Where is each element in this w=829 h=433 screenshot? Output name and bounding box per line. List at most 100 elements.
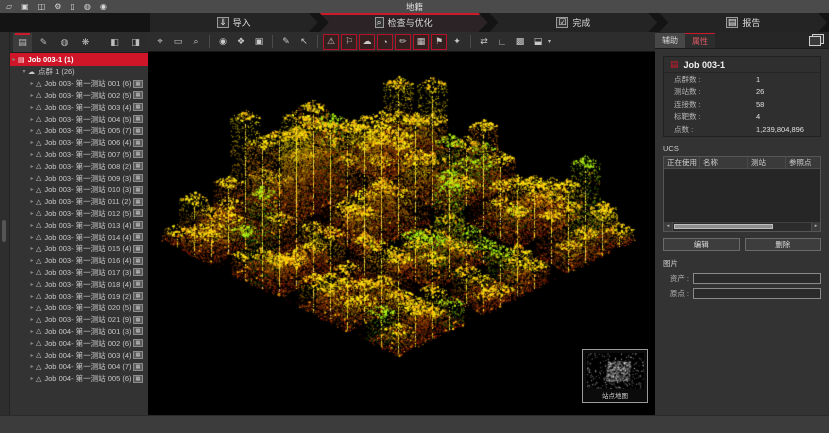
- measure-icon[interactable]: ✎: [278, 34, 294, 50]
- tree-station-row[interactable]: ▸△Job 003- 第一测站 012 (5)▦: [10, 208, 148, 220]
- step-inspect-optimize[interactable]: ⌕检查与优化: [320, 13, 488, 32]
- pose-icon[interactable]: ✦: [449, 34, 465, 50]
- collapse-caret-icon[interactable]: ▾: [20, 68, 28, 75]
- station-image-icon[interactable]: ▦: [133, 139, 143, 147]
- scroll-thumb[interactable]: [674, 224, 773, 229]
- expand-caret-icon[interactable]: ▸: [28, 163, 36, 170]
- station-image-icon[interactable]: ▦: [133, 186, 143, 194]
- station-image-icon[interactable]: ▦: [133, 245, 143, 253]
- tree-root-row[interactable]: ▸▤Job 003-1 (1): [10, 53, 148, 66]
- point-cloud-canvas[interactable]: [148, 52, 655, 414]
- delete-button[interactable]: 删除: [745, 238, 822, 251]
- globe-tab-icon[interactable]: ◍: [55, 33, 74, 52]
- station-image-icon[interactable]: ▦: [133, 115, 143, 123]
- station-image-icon[interactable]: ▦: [133, 268, 143, 276]
- station-image-icon[interactable]: ▦: [133, 198, 143, 206]
- station-image-icon[interactable]: ▦: [133, 292, 143, 300]
- detach-window-icon[interactable]: [812, 34, 824, 44]
- tree-station-row[interactable]: ▸△Job 003- 第一测站 015 (4)▦: [10, 243, 148, 255]
- expand-caret-icon[interactable]: ▸: [28, 151, 36, 158]
- expand-caret-icon[interactable]: ▸: [28, 281, 36, 288]
- expand-caret-icon[interactable]: ▸: [28, 375, 36, 382]
- expand-caret-icon[interactable]: ▸: [28, 293, 36, 300]
- tree-station-row[interactable]: ▸△Job 003- 第一测站 013 (4)▦: [10, 219, 148, 231]
- expand-caret-icon[interactable]: ▸: [28, 328, 36, 335]
- station-image-icon[interactable]: ▦: [133, 174, 143, 182]
- station-image-icon[interactable]: ▦: [133, 150, 143, 158]
- ucs-column-header[interactable]: 正在使用: [664, 157, 700, 168]
- station-image-icon[interactable]: ▦: [133, 351, 143, 359]
- plane-icon[interactable]: ▣: [251, 34, 267, 50]
- scroll-left-icon[interactable]: ◂: [664, 222, 673, 231]
- 3d-viewport[interactable]: ⌖▭⌕◉❖▣✎↖⚠⚐☁◔✏▦⚑✦⇄∟▩⬓▾ 站点地图: [148, 32, 655, 415]
- tree-station-row[interactable]: ▸△Job 003- 第一测站 018 (4)▦: [10, 278, 148, 290]
- origin-input[interactable]: [693, 288, 821, 299]
- shapes-icon[interactable]: ❖: [233, 34, 249, 50]
- expand-caret-icon[interactable]: ▸: [28, 139, 36, 146]
- expand-caret-icon[interactable]: ▸: [28, 234, 36, 241]
- expand-caret-icon[interactable]: ▸: [28, 352, 36, 359]
- tree-station-row[interactable]: ▸△Job 003- 第一测站 005 (7)▦: [10, 125, 148, 137]
- expand-caret-icon[interactable]: ▸: [28, 316, 36, 323]
- pie-section-icon[interactable]: ◔: [377, 34, 393, 50]
- select-node-icon[interactable]: ↖: [296, 34, 312, 50]
- expand-caret-icon[interactable]: ▸: [28, 92, 36, 99]
- display-mode-icon[interactable]: ⬓: [530, 34, 546, 50]
- tree-station-row[interactable]: ▸△Job 003- 第一测站 019 (2)▦: [10, 290, 148, 302]
- zoom-area-icon[interactable]: ⌕: [188, 34, 204, 50]
- tree-station-row[interactable]: ▸△Job 004- 第一测站 001 (3)▦: [10, 326, 148, 338]
- tree-station-row[interactable]: ▸△Job 003- 第一测站 008 (2)▦: [10, 160, 148, 172]
- tree-station-row[interactable]: ▸△Job 003- 第一测站 004 (5)▦: [10, 113, 148, 125]
- station-image-icon[interactable]: ▦: [133, 91, 143, 99]
- step-import[interactable]: ⇓导入: [150, 13, 318, 32]
- tree-station-row[interactable]: ▸△Job 003- 第一测站 014 (4)▦: [10, 231, 148, 243]
- station-image-icon[interactable]: ▦: [133, 103, 143, 111]
- tree-station-row[interactable]: ▸△Job 004- 第一测站 004 (7)▦: [10, 361, 148, 373]
- station-image-icon[interactable]: ▦: [133, 375, 143, 383]
- dropdown-caret-icon[interactable]: ▾: [548, 38, 555, 45]
- expand-caret-icon[interactable]: ▸: [28, 269, 36, 276]
- panel-grip[interactable]: [2, 220, 6, 242]
- station-image-icon[interactable]: ▦: [133, 339, 143, 347]
- tree-station-row[interactable]: ▸△Job 004- 第一测站 002 (6)▦: [10, 337, 148, 349]
- station-image-icon[interactable]: ▦: [133, 80, 143, 88]
- expand-caret-icon[interactable]: ▸: [28, 222, 36, 229]
- tab-properties[interactable]: 属性: [685, 33, 715, 48]
- tree-station-row[interactable]: ▸△Job 003- 第一测站 010 (3)▦: [10, 184, 148, 196]
- polyline-icon[interactable]: ∟: [494, 34, 510, 50]
- station-image-icon[interactable]: ▦: [133, 316, 143, 324]
- step-finish[interactable]: ☑完成: [490, 13, 658, 32]
- station-image-icon[interactable]: ▦: [133, 209, 143, 217]
- tree-station-row[interactable]: ▸△Job 003- 第一测站 020 (5)▦: [10, 302, 148, 314]
- tree-station-row[interactable]: ▸△Job 003- 第一测站 002 (5)▦: [10, 90, 148, 102]
- point-cloud-toggle-icon[interactable]: ☁: [359, 34, 375, 50]
- tree-station-row[interactable]: ▸△Job 003- 第一测站 003 (4)▦: [10, 101, 148, 113]
- site-minimap[interactable]: 站点地图: [582, 349, 648, 403]
- tree-station-row[interactable]: ▸△Job 003- 第一测站 006 (4)▦: [10, 137, 148, 149]
- asset-input[interactable]: [693, 273, 821, 284]
- expand-caret-icon[interactable]: ▸: [28, 198, 36, 205]
- tree-station-row[interactable]: ▸△Job 004- 第一测站 005 (6)▦: [10, 373, 148, 385]
- ucs-column-header[interactable]: 测站: [748, 157, 786, 168]
- step-report[interactable]: ▤报告: [659, 13, 827, 32]
- target-tab-icon[interactable]: ❋: [76, 33, 95, 52]
- station-image-icon[interactable]: ▦: [133, 162, 143, 170]
- project-tree-tab-icon[interactable]: ▤: [13, 33, 32, 52]
- pick-point-icon[interactable]: ⌖: [152, 34, 168, 50]
- location-pin-icon[interactable]: ⚑: [431, 34, 447, 50]
- station-image-icon[interactable]: ▦: [133, 304, 143, 312]
- tree-station-row[interactable]: ▸△Job 004- 第一测站 003 (4)▦: [10, 349, 148, 361]
- station-image-icon[interactable]: ▦: [133, 233, 143, 241]
- settings-toggle-icon[interactable]: ◨: [126, 33, 145, 52]
- expand-caret-icon[interactable]: ▸: [28, 175, 36, 182]
- station-image-icon[interactable]: ▦: [133, 327, 143, 335]
- camera-icon[interactable]: ◉: [215, 34, 231, 50]
- ucs-column-header[interactable]: 名称: [700, 157, 748, 168]
- expand-caret-icon[interactable]: ▸: [28, 127, 36, 134]
- tab-auxiliary[interactable]: 辅助: [655, 33, 685, 48]
- expand-caret-icon[interactable]: ▸: [28, 104, 36, 111]
- tree-station-row[interactable]: ▸△Job 003- 第一测站 011 (2)▦: [10, 196, 148, 208]
- swap-view-icon[interactable]: ⇄: [476, 34, 492, 50]
- tree-station-row[interactable]: ▸△Job 003- 第一测站 021 (9)▦: [10, 314, 148, 326]
- image-overlay-icon[interactable]: ▦: [413, 34, 429, 50]
